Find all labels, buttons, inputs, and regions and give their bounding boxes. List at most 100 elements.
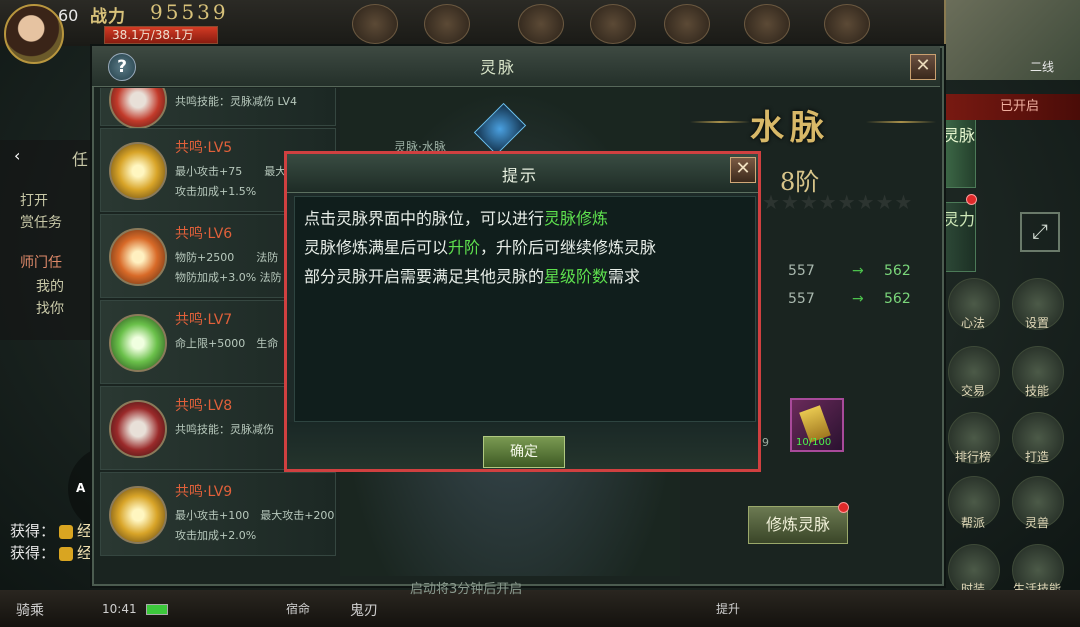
gain-label: 获得： [10,522,56,540]
tip-highlight: 星级阶数 [544,267,609,286]
clock: 10:41 [102,602,137,616]
mount-button[interactable]: 骑乘 [16,600,44,620]
task-tab-label[interactable]: 任 [72,146,88,170]
window-close-icon[interactable]: ✕ [910,54,936,80]
right-label: 交易 [960,384,985,398]
resonance-icon [109,400,167,458]
top-menu-icon-1[interactable] [352,4,398,44]
tip-line-3: 部分灵脉开启需要满足其他灵脉的星级阶数需求 [304,263,640,287]
resonance-icon [109,142,167,200]
tab-lingmai[interactable]: 灵脉 [942,118,976,188]
notification-dot [966,194,977,205]
task-text-4[interactable]: 我的 [36,276,64,296]
item-effect: 共鸣技能：灵脉减伤 LV4 [175,95,297,108]
item-effect: 攻击加成+1.5% [175,185,257,198]
dialog-close-icon[interactable]: ✕ [730,157,756,183]
right-label: 灵兽 [1024,516,1049,530]
task-text-2[interactable]: 赏任务 [20,212,62,232]
arrow-right-icon: → [852,263,864,279]
player-avatar[interactable] [4,4,64,64]
expand-icon[interactable]: ⤢ [1020,212,1060,252]
right-label: 技能 [1024,384,1049,398]
task-text-3[interactable]: 师门任 [20,252,62,272]
item-effect: 物防加成+3.0% 法防 [175,271,282,284]
minimap[interactable] [944,0,1080,80]
cultivate-vein-button[interactable]: 修炼灵脉 [748,506,848,544]
exp-icon [59,546,74,561]
item-side-number: 9 [762,436,769,449]
item-effect: 物防+2500 法防 [175,251,279,264]
tip-highlight: 灵脉修炼 [544,209,609,228]
item-name: 共鸣·LV6 [175,226,233,242]
resonance-icon [109,228,167,286]
skill-slot-1[interactable]: 宿命 [286,600,310,617]
stat-old-value: 557 [788,291,815,307]
stat-new-value: 562 [884,263,911,279]
resonance-icon [109,486,167,544]
item-effect: 命上限+5000 生命 [175,337,279,350]
gain-label: 获得： [10,544,56,562]
resonance-icon [109,88,167,129]
tip-line-1: 点击灵脉界面中的脉位，可以进行灵脉修炼 [304,205,608,229]
tip-line-2: 灵脉修炼满星后可以升阶，升阶后可继续修炼灵脉 [304,234,656,258]
title-ornament-left [690,121,750,123]
item-effect: 最小攻击+100 最大攻击+200 [175,509,335,522]
opened-status-bar: 已开启 [940,94,1080,120]
tip-text: 部分灵脉开启需要满足其他灵脉的 [304,267,545,286]
item-name: 共鸣·LV7 [175,312,233,328]
tip-text: ，升阶后可继续修炼灵脉 [480,238,657,257]
stat-new-value: 562 [884,291,911,307]
exp-icon [59,524,74,539]
top-menu-icon-5[interactable] [664,4,710,44]
right-label: 心法 [960,316,985,330]
cultivation-item[interactable]: 10/100 [790,398,844,452]
list-item[interactable]: 共鸣·LV9 最小攻击+100 最大攻击+200 攻击加成+2.0% [100,472,336,556]
tip-dialog-title: 提示 [502,166,539,185]
top-menu-icon-3[interactable] [518,4,564,44]
right-label: 设置 [1024,316,1049,330]
item-name: 共鸣·LV9 [175,484,233,500]
collapse-icon[interactable]: ‹ [14,146,20,165]
title-ornament-right [866,121,936,123]
top-menu-icon-6[interactable] [744,4,790,44]
item-name: 共鸣·LV5 [175,140,233,156]
arrow-right-icon: → [852,291,864,307]
lingmai-window-title: 灵脉 [480,58,517,77]
task-text-5[interactable]: 找你 [36,298,64,318]
stat-old-value: 557 [788,263,815,279]
right-label: 排行榜 [954,450,991,464]
item-effect: 攻击加成+2.0% [175,529,257,542]
battery-icon [146,604,168,615]
skill-slot-2[interactable]: 鬼刃 [350,600,378,620]
power-label: 战力 [90,7,126,27]
power-value: 95539 [150,0,229,24]
task-text-1[interactable]: 打开 [20,190,48,210]
list-item[interactable]: 共鸣技能：灵脉减伤 LV4 [100,88,336,129]
right-label: 打造 [1024,450,1049,464]
item-name: 共鸣·LV8 [175,398,233,414]
notification-dot [838,502,849,513]
top-menu-icon-2[interactable] [424,4,470,44]
star-rating: ★★★★★★★★ [762,190,914,214]
tip-dialog-body [294,196,756,422]
tip-text: 需求 [608,267,641,286]
key-a: A [76,481,86,495]
player-level: 60 [58,6,79,25]
tab-lingli[interactable]: 灵力 [942,202,976,272]
resonance-icon [109,314,167,372]
help-icon[interactable]: ? [108,53,136,81]
item-effect: 最小攻击+75 最大攻 [175,165,298,178]
server-line[interactable]: 二线 [1030,58,1054,75]
bottom-status-text: 启动将3分钟后开启 [410,582,523,597]
item-effect: 共鸣技能：灵脉减伤 [175,423,274,436]
top-menu-icon-7[interactable] [824,4,870,44]
hp-text: 38.1万/38.1万 [112,28,194,42]
item-count: 10/100 [796,437,832,448]
right-label: 帮派 [960,516,985,530]
confirm-button[interactable]: 确定 [483,436,565,468]
skill-slot-3[interactable]: 提升 [716,600,740,617]
top-menu-icon-4[interactable] [590,4,636,44]
tip-highlight: 升阶 [448,238,481,257]
vein-title: 水脉 [750,108,830,148]
tip-text: 点击灵脉界面中的脉位，可以进行 [304,209,545,228]
